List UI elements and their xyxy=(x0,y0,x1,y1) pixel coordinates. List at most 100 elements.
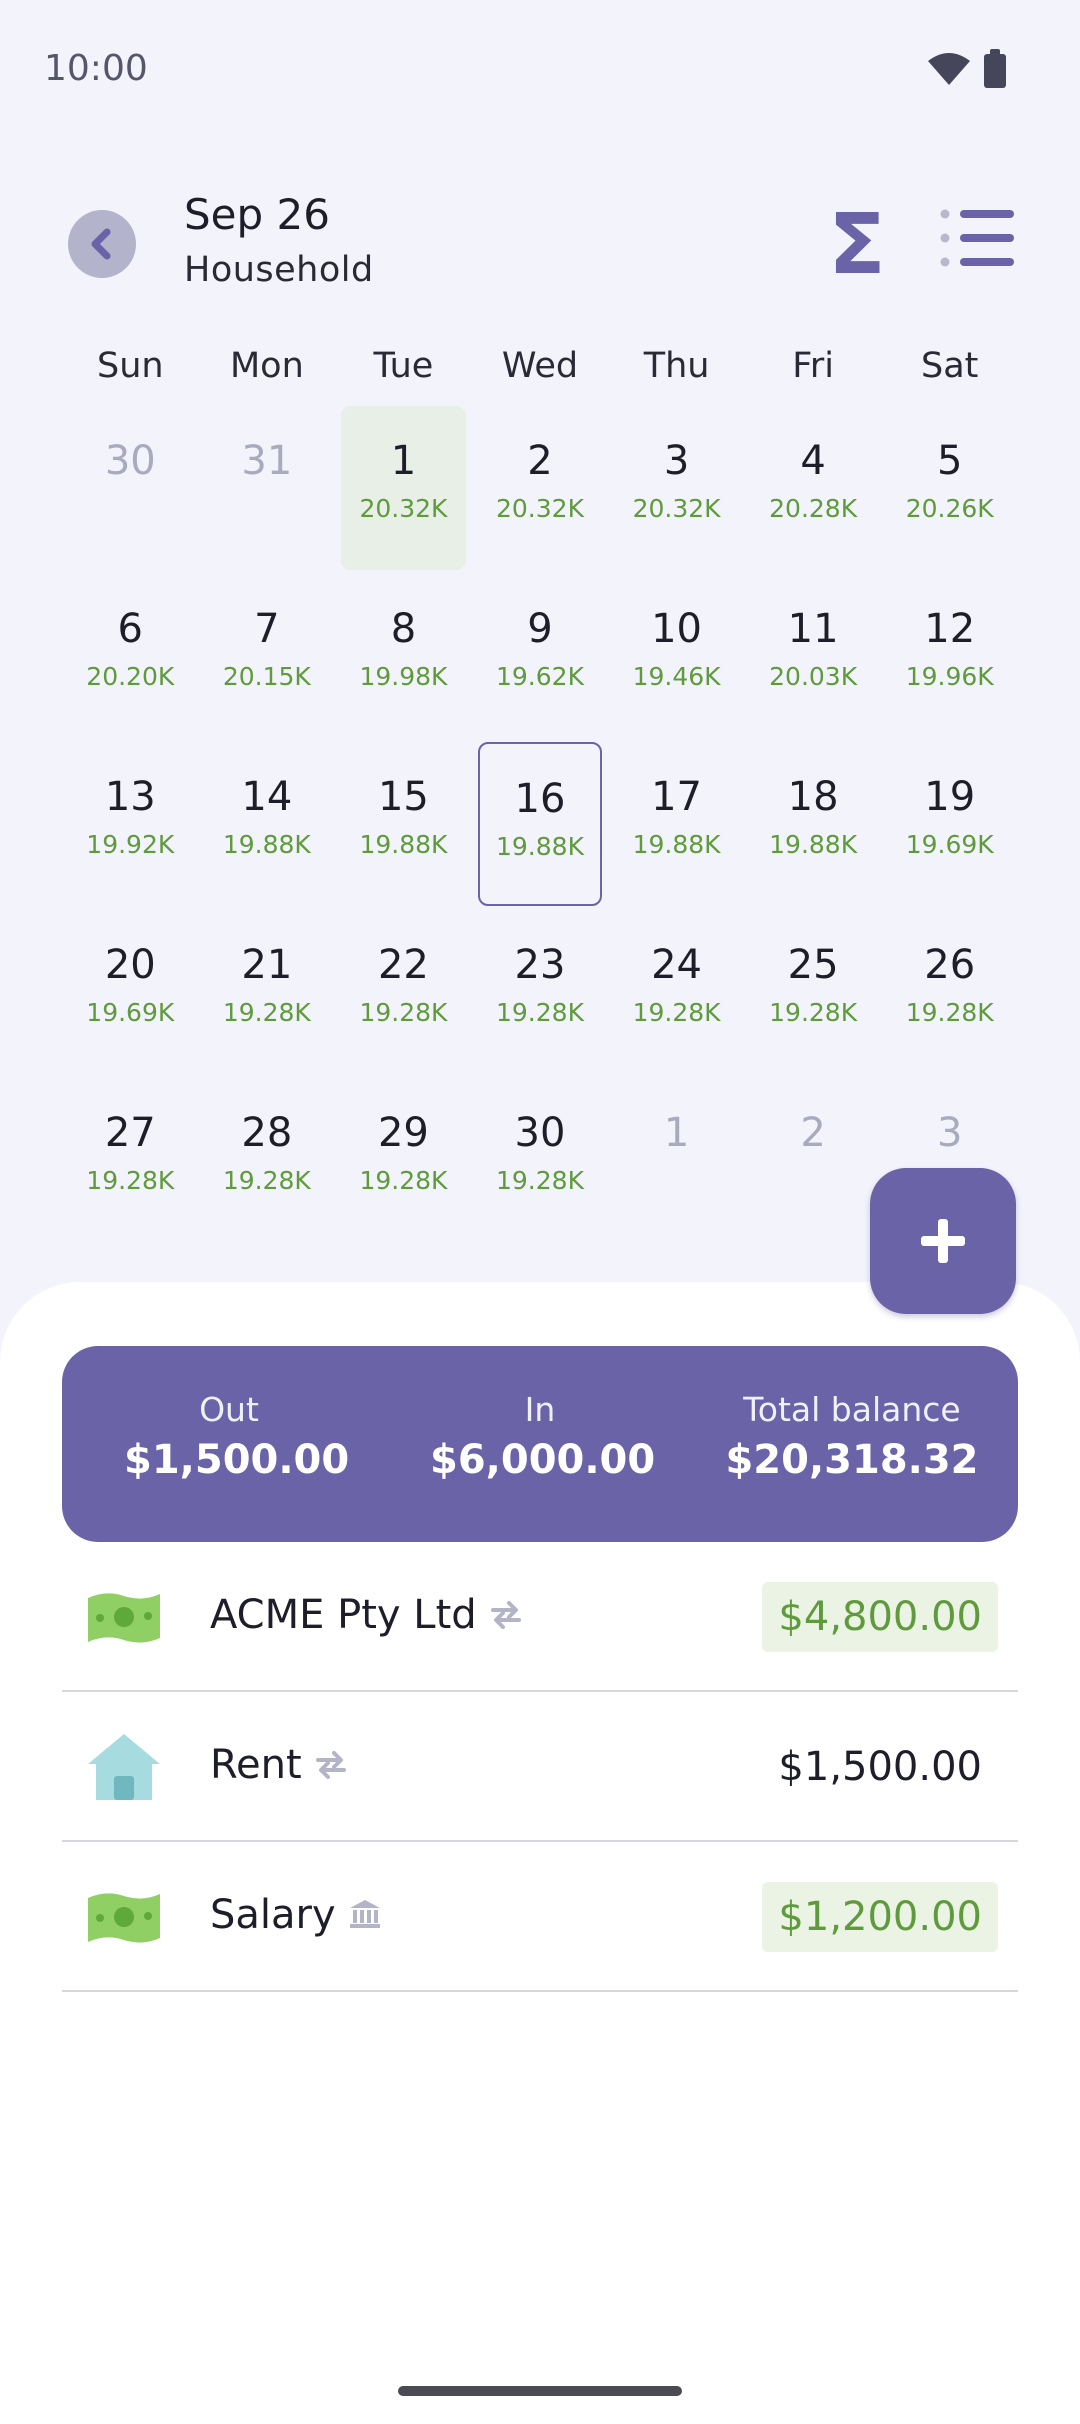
list-icon[interactable] xyxy=(940,208,1014,268)
day-number: 23 xyxy=(514,942,566,988)
calendar-day[interactable]: 2 xyxy=(751,1078,876,1242)
transaction-row[interactable]: ACME Pty Ltd $4,800.00 xyxy=(62,1542,1018,1692)
calendar-day[interactable]: 26 19.28K xyxy=(887,910,1012,1074)
day-balance: 20.32K xyxy=(496,494,584,523)
calendar-day[interactable]: 20 19.69K xyxy=(68,910,193,1074)
day-number: 28 xyxy=(241,1110,293,1156)
weekday-label: Sun xyxy=(96,346,164,386)
repeat-icon xyxy=(315,1751,346,1779)
day-balance: 19.88K xyxy=(496,832,584,861)
calendar-day[interactable]: 2 20.32K xyxy=(478,406,603,570)
day-number: 17 xyxy=(651,774,703,820)
day-balance: 19.88K xyxy=(769,830,858,859)
day-number: 27 xyxy=(104,1110,156,1156)
calendar-day[interactable]: 23 19.28K xyxy=(478,910,603,1074)
calendar-day[interactable]: 10 19.46K xyxy=(614,574,739,738)
transaction-name: ACME Pty Ltd xyxy=(210,1592,477,1638)
day-number: 2 xyxy=(800,1110,826,1156)
day-balance: 19.28K xyxy=(359,998,448,1027)
calendar-day-today[interactable]: 1 20.32K xyxy=(341,406,466,570)
day-number: 15 xyxy=(377,774,429,820)
day-balance: 19.88K xyxy=(632,830,721,859)
day-balance: 20.20K xyxy=(86,662,175,691)
day-number: 29 xyxy=(377,1110,429,1156)
calendar-day[interactable]: 11 20.03K xyxy=(751,574,876,738)
day-number: 24 xyxy=(651,942,703,988)
calendar-day[interactable]: 15 19.88K xyxy=(341,742,466,906)
day-number: 1 xyxy=(390,438,417,484)
day-balance: 19.28K xyxy=(769,998,858,1027)
calendar-day[interactable]: 7 20.15K xyxy=(205,574,330,738)
sum-button[interactable]: Σ xyxy=(826,202,888,286)
weekday-label: Sat xyxy=(921,346,979,386)
calendar-day[interactable]: 1 xyxy=(614,1078,739,1242)
summary-in: In $6,000.00 xyxy=(430,1390,656,1483)
calendar-day[interactable]: 3 20.32K xyxy=(614,406,739,570)
day-number: 8 xyxy=(390,606,417,652)
calendar-day[interactable]: 5 20.26K xyxy=(887,406,1012,570)
calendar-day[interactable]: 18 19.88K xyxy=(751,742,876,906)
calendar-day[interactable]: 17 19.88K xyxy=(614,742,739,906)
calendar-day[interactable]: 14 19.88K xyxy=(205,742,330,906)
transaction-row[interactable]: Rent $1,500.00 xyxy=(62,1692,1018,1842)
day-number: 2 xyxy=(527,438,553,484)
day-number: 30 xyxy=(514,1110,566,1156)
day-number: 12 xyxy=(924,606,976,652)
back-button[interactable] xyxy=(68,210,136,278)
weekday-label: Mon xyxy=(229,346,304,386)
summary-out-label: Out xyxy=(199,1390,259,1429)
calendar-day[interactable]: 29 19.28K xyxy=(341,1078,466,1242)
calendar-day[interactable]: 30 xyxy=(68,406,193,570)
day-number: 26 xyxy=(924,942,976,988)
transaction-tag xyxy=(314,1744,348,1790)
day-balance: 19.28K xyxy=(905,998,994,1027)
battery-icon xyxy=(984,49,1006,88)
day-number: 11 xyxy=(787,606,839,652)
calendar-day[interactable]: 28 19.28K xyxy=(205,1078,330,1242)
day-balance: 19.28K xyxy=(496,998,584,1027)
day-number: 13 xyxy=(104,774,156,820)
day-balance: 20.15K xyxy=(222,662,311,691)
day-balance: 19.28K xyxy=(632,998,721,1027)
calendar-day[interactable]: 9 19.62K xyxy=(478,574,603,738)
summary-in-value: $6,000.00 xyxy=(430,1437,656,1483)
calendar-day[interactable]: 4 20.28K xyxy=(751,406,876,570)
money-icon xyxy=(88,1593,160,1643)
day-number: 16 xyxy=(514,776,566,822)
calendar-day[interactable]: 13 19.92K xyxy=(68,742,193,906)
day-number: 3 xyxy=(936,1110,963,1156)
calendar-day[interactable]: 12 19.96K xyxy=(887,574,1012,738)
day-number: 3 xyxy=(663,438,690,484)
calendar-day[interactable]: 25 19.28K xyxy=(751,910,876,1074)
calendar-day[interactable]: 22 19.28K xyxy=(341,910,466,1074)
day-balance: 19.88K xyxy=(222,830,311,859)
summary-card: Out $1,500.00 In $6,000.00 Total balance… xyxy=(62,1346,1018,1542)
day-number: 6 xyxy=(117,606,143,652)
day-number: 14 xyxy=(241,774,293,820)
day-balance: 20.32K xyxy=(632,494,721,523)
header-account: Household xyxy=(184,250,374,290)
weekday-label: Tue xyxy=(373,346,434,386)
calendar-day[interactable]: 6 20.20K xyxy=(68,574,193,738)
calendar-day[interactable]: 27 19.28K xyxy=(68,1078,193,1242)
calendar-day-selected[interactable]: 16 19.88K xyxy=(477,742,603,906)
add-transaction-button[interactable] xyxy=(870,1168,1016,1314)
calendar-day[interactable]: 8 19.98K xyxy=(341,574,466,738)
day-number: 19 xyxy=(924,774,976,820)
transaction-row[interactable]: Salary $1,200.00 xyxy=(62,1842,1018,1992)
status-bar: 10:00 xyxy=(0,0,1080,140)
bank-icon xyxy=(349,1900,380,1928)
house-icon xyxy=(88,1734,160,1800)
transaction-icon xyxy=(86,1882,162,1952)
calendar-day[interactable]: 30 19.28K xyxy=(478,1078,603,1242)
calendar-day[interactable]: 21 19.28K xyxy=(205,910,330,1074)
calendar-day[interactable]: 24 19.28K xyxy=(614,910,739,1074)
transaction-tag xyxy=(489,1594,523,1640)
day-balance: 20.28K xyxy=(769,494,858,523)
transaction-amount: $4,800.00 xyxy=(762,1582,998,1652)
home-indicator[interactable] xyxy=(398,2386,682,2396)
calendar-day[interactable]: 19 19.69K xyxy=(887,742,1012,906)
calendar-day[interactable]: 31 xyxy=(205,406,330,570)
day-number: 7 xyxy=(254,606,280,652)
transaction-name-wrap: Salary xyxy=(210,1892,382,1940)
